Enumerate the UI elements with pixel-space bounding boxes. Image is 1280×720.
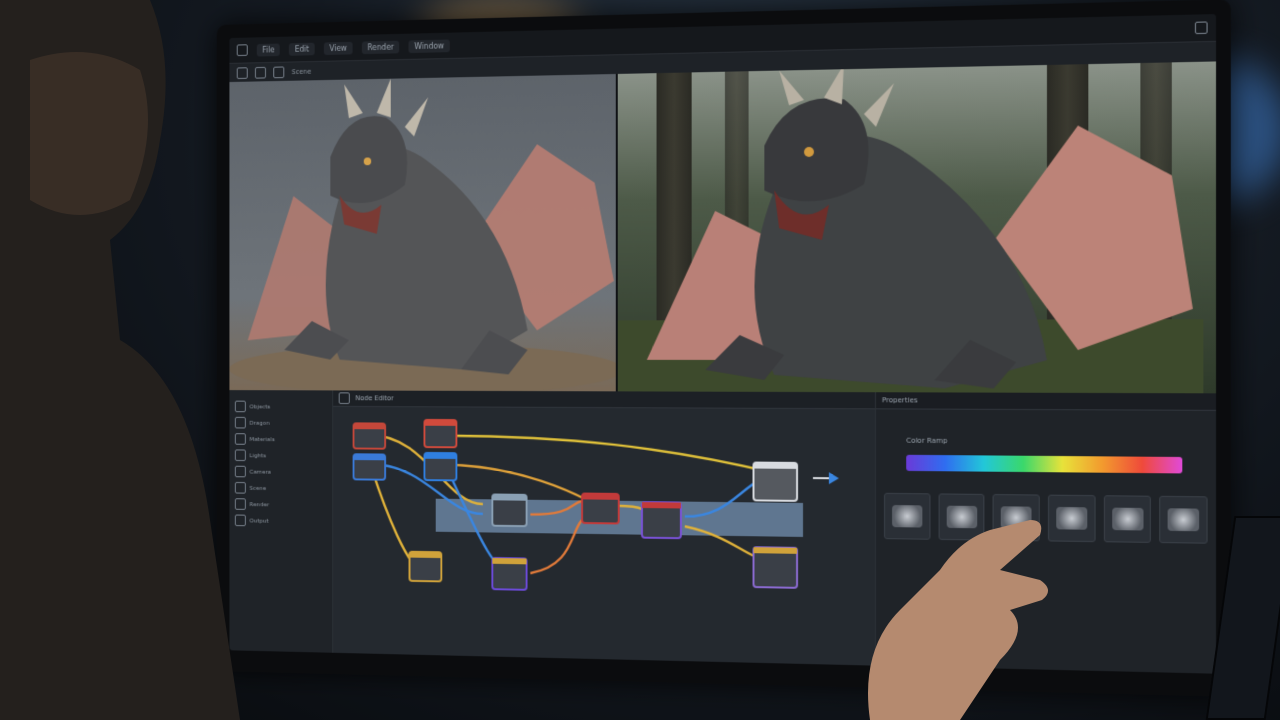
menu-edit[interactable]: Edit: [289, 42, 314, 55]
outliner-item[interactable]: Objects: [235, 401, 327, 413]
viewport-left[interactable]: [229, 74, 615, 391]
outliner-item[interactable]: Lights: [235, 449, 327, 461]
outliner-item[interactable]: Scene: [235, 482, 327, 495]
yellow-node: [409, 552, 441, 582]
dragon-model: [229, 74, 615, 391]
outliner-item[interactable]: Output: [235, 515, 327, 528]
node-graph: [333, 406, 853, 639]
color-ramp-label: Color Ramp: [906, 437, 947, 445]
blue-texture-node: [424, 453, 456, 481]
mix-node: [492, 494, 526, 526]
window-close-icon[interactable]: [1195, 21, 1208, 34]
blue-input-node: [354, 454, 386, 479]
final-node: [754, 547, 798, 588]
menu-file[interactable]: File: [257, 43, 280, 56]
violet-node: [492, 558, 526, 590]
dragon-render: [618, 62, 1204, 394]
viewport-area: [229, 61, 1216, 393]
properties-title: Properties: [882, 396, 918, 404]
texture-node: [424, 420, 456, 447]
outliner-panel: Objects Dragon Materials Lights Camera S…: [229, 390, 333, 653]
menu-render[interactable]: Render: [362, 40, 400, 53]
outliner-item[interactable]: Materials: [235, 433, 327, 445]
properties-header: Properties: [876, 392, 1216, 411]
outliner-item[interactable]: Dragon: [235, 417, 327, 429]
node-editor[interactable]: Node Editor: [333, 390, 875, 665]
thumbnail[interactable]: [1104, 495, 1152, 543]
outliner-item[interactable]: Render: [235, 498, 327, 511]
toolbar-label: Scene: [292, 68, 312, 76]
outliner-item[interactable]: Camera: [235, 466, 327, 478]
output-node: [754, 463, 798, 501]
pointing-hand: [830, 500, 1090, 720]
person-silhouette: [0, 0, 240, 720]
thumbnail[interactable]: [1160, 496, 1208, 544]
red-filter-node: [582, 494, 619, 524]
menu-view[interactable]: View: [324, 41, 353, 54]
rotate-tool-icon[interactable]: [255, 67, 266, 79]
node-icon: [339, 392, 350, 404]
color-ramp-bar[interactable]: [906, 455, 1182, 474]
purple-node: [642, 502, 681, 538]
menu-window[interactable]: Window: [409, 39, 450, 53]
scale-tool-icon[interactable]: [273, 66, 284, 78]
image-input-node: [354, 423, 386, 448]
viewport-right[interactable]: [616, 61, 1216, 393]
node-editor-title: Node Editor: [355, 394, 393, 402]
